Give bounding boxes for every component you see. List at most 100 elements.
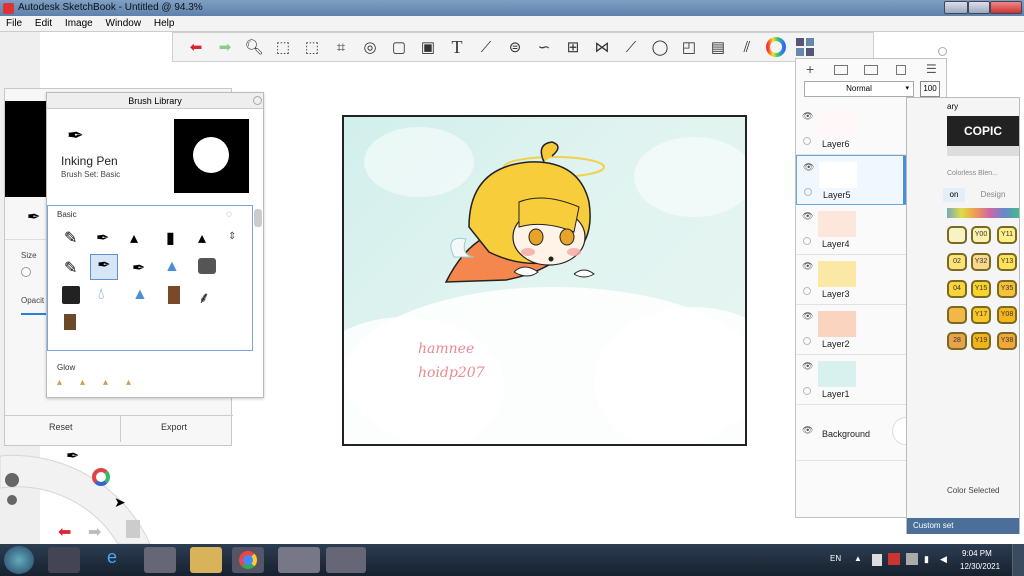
network-icon[interactable]: ▮ xyxy=(924,554,929,565)
copic-swatch[interactable]: 04 xyxy=(947,280,967,298)
inking-pen-brush-selected[interactable]: ✒ xyxy=(90,254,118,280)
menu-image[interactable]: Image xyxy=(65,18,93,29)
copic-family-strip[interactable] xyxy=(947,208,1019,218)
language-indicator[interactable]: EN xyxy=(830,554,841,563)
layer-lock-dot[interactable] xyxy=(803,337,811,345)
show-desktop-button[interactable] xyxy=(1012,544,1024,576)
drop-brush-icon[interactable]: 💧︎ xyxy=(98,286,104,304)
pencil-brush-icon[interactable]: ✎ xyxy=(64,228,77,248)
clock-time[interactable]: 9:04 PM xyxy=(962,549,992,558)
layer-lock-dot[interactable] xyxy=(803,387,811,395)
layer-lock-dot[interactable] xyxy=(803,287,811,295)
minimize-button[interactable] xyxy=(944,1,968,14)
copic-swatch[interactable]: 02 xyxy=(947,253,967,271)
internet-explorer-icon[interactable]: e xyxy=(96,547,128,573)
chisel-brush-icon[interactable]: ▮ xyxy=(166,228,175,248)
brush-palette-icon[interactable]: ⫽ xyxy=(736,36,758,58)
text-icon[interactable]: T xyxy=(446,36,468,58)
eye-icon[interactable]: 👁︎ xyxy=(802,261,813,272)
airbrush-icon[interactable]: ▲ xyxy=(164,258,180,276)
copic-swatch[interactable]: Y32 xyxy=(971,253,991,271)
stroke-icon[interactable]: ⟋ xyxy=(620,36,642,58)
brush-tool-icon[interactable]: ✒ xyxy=(66,446,79,466)
paint-palette-icon[interactable] xyxy=(326,547,366,573)
lagoon-undo-icon[interactable]: ⬅ xyxy=(58,522,71,542)
brush-set-icon[interactable] xyxy=(794,36,816,58)
curve-guide-icon[interactable]: ∽ xyxy=(533,36,555,58)
select-rect-icon[interactable]: ⬚ xyxy=(272,36,294,58)
hard-pencil-icon[interactable]: ✎ xyxy=(64,258,77,278)
menu-file[interactable]: File xyxy=(6,18,22,29)
eye-icon[interactable]: 👁︎ xyxy=(802,311,813,322)
tray-flag-icon[interactable] xyxy=(906,553,918,565)
eye-icon[interactable]: 👁︎ xyxy=(802,361,813,372)
close-icon[interactable] xyxy=(938,47,947,56)
eye-icon[interactable]: 👁︎ xyxy=(802,111,813,122)
volume-icon[interactable]: ◀ xyxy=(940,554,947,565)
paint-bucket-icon[interactable]: ▣ xyxy=(417,36,439,58)
triangle-brush-icon[interactable]: ▲ xyxy=(132,286,148,304)
start-button[interactable] xyxy=(4,546,34,574)
copic-swatch[interactable]: Y35 xyxy=(997,280,1017,298)
color-wheel-icon[interactable] xyxy=(765,36,787,58)
tray-device-icon[interactable] xyxy=(872,554,882,566)
layer-lock-dot[interactable] xyxy=(803,137,811,145)
blend-mode-select[interactable]: Normal ▾ xyxy=(804,81,914,97)
layer-opacity[interactable]: 100 xyxy=(920,81,940,97)
copic-swatch[interactable]: Y17 xyxy=(971,306,991,324)
tray-v-icon[interactable] xyxy=(888,553,900,565)
lagoon-copy-icon[interactable] xyxy=(126,520,140,538)
ballpoint-icon[interactable]: ✒ xyxy=(132,258,145,278)
copic-swatch[interactable]: Y08 xyxy=(997,306,1017,324)
copic-tab-1[interactable]: on xyxy=(943,188,965,202)
copic-swatch[interactable]: Y13 xyxy=(997,253,1017,271)
layer-menu-icon[interactable]: ☰ xyxy=(926,62,937,76)
menu-window[interactable]: Window xyxy=(106,18,142,29)
add-image-icon[interactable] xyxy=(864,65,878,75)
crop-icon[interactable]: ⌗ xyxy=(330,36,352,58)
copic-swatch[interactable]: Y19 xyxy=(971,332,991,350)
opacity-slider[interactable] xyxy=(21,313,47,315)
tray-up-arrow-icon[interactable]: ▲ xyxy=(854,554,862,563)
chrome-icon[interactable] xyxy=(232,547,264,573)
scroll-arrows-icon[interactable]: ⇕ xyxy=(228,231,236,242)
maximize-button[interactable] xyxy=(968,1,990,14)
media-player-icon[interactable] xyxy=(48,547,80,573)
layer-lock-dot[interactable] xyxy=(804,188,812,196)
lasso-select-icon[interactable]: ⬚ xyxy=(301,36,323,58)
copic-swatch[interactable]: Y00 xyxy=(971,226,991,244)
eye-icon[interactable]: 👁︎ xyxy=(803,162,814,173)
copic-swatch[interactable] xyxy=(947,306,967,324)
export-button[interactable]: Export xyxy=(161,422,187,432)
drawing-canvas[interactable]: hamnee hoidp207 xyxy=(342,115,747,446)
zoom-icon[interactable]: 🔍︎ xyxy=(243,36,265,58)
sketchbook-taskbar-icon[interactable] xyxy=(278,547,320,573)
copic-tab-2[interactable]: Design xyxy=(971,188,1015,202)
transform-icon[interactable]: ◎ xyxy=(359,36,381,58)
copic-swatch[interactable] xyxy=(947,226,967,244)
eraser-brush-icon[interactable] xyxy=(198,258,216,274)
add-layer-icon[interactable]: + xyxy=(806,61,814,77)
shapes-icon[interactable]: ◰ xyxy=(678,36,700,58)
ruler-icon[interactable]: ⟋ xyxy=(475,36,497,58)
select-tool-icon[interactable]: ➤ xyxy=(114,494,126,511)
layer-lock-dot[interactable] xyxy=(803,237,811,245)
copic-swatch[interactable]: Y15 xyxy=(971,280,991,298)
paint-icon[interactable] xyxy=(144,547,176,573)
lagoon-redo-icon[interactable]: ➡ xyxy=(88,522,101,542)
fan-brush-icon[interactable]: ⸙ xyxy=(198,286,210,308)
ellipse-icon[interactable]: ◯ xyxy=(649,36,671,58)
file-explorer-icon[interactable] xyxy=(190,547,222,573)
close-icon[interactable] xyxy=(253,96,262,105)
block-brush-icon[interactable] xyxy=(62,286,80,304)
clock-date[interactable]: 12/30/2021 xyxy=(960,562,1000,571)
pen-brush-icon[interactable]: ✒ xyxy=(96,228,109,248)
color-puck-icon[interactable] xyxy=(92,468,110,486)
glow-brushes-row[interactable]: ▴▴▴▴ xyxy=(57,377,149,388)
eye-icon[interactable]: 👁︎ xyxy=(802,425,813,436)
copic-library-icon[interactable]: ▤ xyxy=(707,36,729,58)
eye-icon[interactable]: 👁︎ xyxy=(802,211,813,222)
add-group-icon[interactable] xyxy=(834,65,848,75)
close-button[interactable] xyxy=(990,1,1022,14)
fine-pen-icon[interactable]: ▴ xyxy=(198,228,206,248)
